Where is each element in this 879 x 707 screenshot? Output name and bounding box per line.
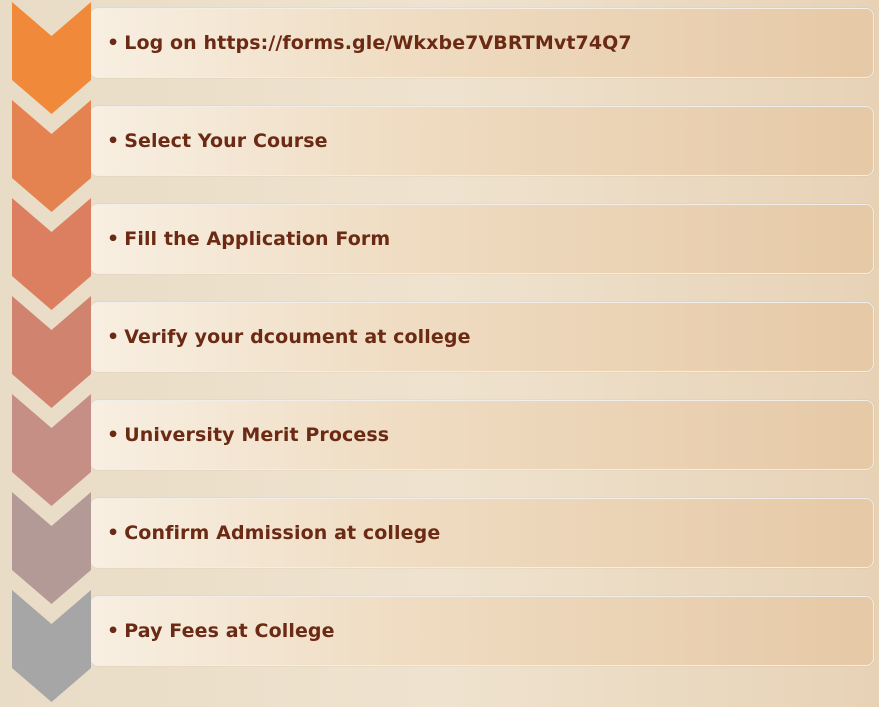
process-step-6: • Confirm Admission at college	[0, 492, 879, 604]
step-label: • Log on https://forms.gle/Wkxbe7VBRTMvt7…	[107, 32, 632, 54]
process-step-4: • Verify your dcoument at college	[0, 296, 879, 408]
step-text: Select Your Course	[124, 130, 328, 152]
chevron-arrow-icon	[12, 2, 91, 114]
bullet-icon: •	[107, 620, 120, 642]
bullet-icon: •	[107, 522, 120, 544]
step-box: • Verify your dcoument at college	[90, 302, 874, 372]
process-flow-diagram: • Log on https://forms.gle/Wkxbe7VBRTMvt7…	[0, 0, 879, 707]
bullet-icon: •	[107, 424, 120, 446]
step-label: • Confirm Admission at college	[107, 522, 440, 544]
step-box: • Confirm Admission at college	[90, 498, 874, 568]
step-text: University Merit Process	[124, 424, 390, 446]
chevron-arrow-icon	[12, 590, 91, 702]
step-box: • Log on https://forms.gle/Wkxbe7VBRTMvt7…	[90, 8, 874, 78]
bullet-icon: •	[107, 32, 120, 54]
step-label: • Pay Fees at College	[107, 620, 335, 642]
step-text: Verify your dcoument at college	[124, 326, 471, 348]
step-label: • Fill the Application Form	[107, 228, 390, 250]
bullet-icon: •	[107, 130, 120, 152]
process-step-1: • Log on https://forms.gle/Wkxbe7VBRTMvt7…	[0, 2, 879, 114]
process-step-5: • University Merit Process	[0, 394, 879, 506]
process-step-2: • Select Your Course	[0, 100, 879, 212]
process-step-3: • Fill the Application Form	[0, 198, 879, 310]
step-label: • Select Your Course	[107, 130, 328, 152]
step-box: • University Merit Process	[90, 400, 874, 470]
step-box: • Pay Fees at College	[90, 596, 874, 666]
step-box: • Select Your Course	[90, 106, 874, 176]
step-text: Fill the Application Form	[124, 228, 391, 250]
step-text: Pay Fees at College	[124, 620, 335, 642]
step-label: • Verify your dcoument at college	[107, 326, 471, 348]
chevron-arrow-icon	[12, 492, 91, 604]
process-step-7: • Pay Fees at College	[0, 590, 879, 702]
bullet-icon: •	[107, 228, 120, 250]
step-text: Log on https://forms.gle/Wkxbe7VBRTMvt74…	[124, 32, 632, 54]
chevron-arrow-icon	[12, 198, 91, 310]
step-label: • University Merit Process	[107, 424, 389, 446]
chevron-arrow-icon	[12, 394, 91, 506]
step-box: • Fill the Application Form	[90, 204, 874, 274]
chevron-arrow-icon	[12, 100, 91, 212]
chevron-arrow-icon	[12, 296, 91, 408]
step-text: Confirm Admission at college	[124, 522, 441, 544]
bullet-icon: •	[107, 326, 120, 348]
